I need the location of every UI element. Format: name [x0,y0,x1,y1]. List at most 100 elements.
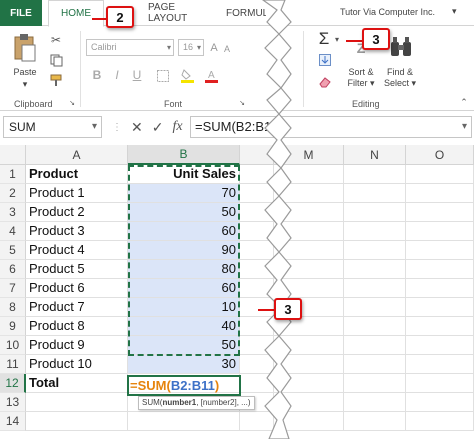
empty-cell[interactable] [240,184,274,203]
empty-cell[interactable] [274,374,344,393]
empty-cell[interactable] [406,317,474,336]
empty-cell[interactable] [240,279,274,298]
font-color-icon[interactable]: A [204,67,218,83]
cancel-icon[interactable]: ✕ [131,119,143,136]
account-name[interactable]: Tutor Via Computer Inc. [340,7,435,17]
empty-cell[interactable] [240,203,274,222]
empty-cell[interactable] [344,260,406,279]
cell-b[interactable]: 50 [128,336,240,355]
account-caret-icon[interactable]: ▾ [452,6,457,17]
empty-cell[interactable] [344,165,406,184]
column-header-m[interactable]: M [274,145,344,165]
italic-icon[interactable]: I [110,67,124,83]
row-header[interactable]: 13 [0,393,26,412]
cell-a[interactable]: Product 6 [26,279,128,298]
cell-a[interactable]: Product 5 [26,260,128,279]
cut-icon[interactable]: ✂ [48,33,64,47]
cell-b[interactable]: 10 [128,298,240,317]
find-select-label[interactable]: Find & [380,67,420,77]
row-header[interactable]: 7 [0,279,26,298]
empty-cell[interactable] [344,412,406,431]
bold-icon[interactable]: B [90,67,104,83]
empty-cell[interactable] [344,203,406,222]
empty-cell[interactable] [344,374,406,393]
empty-cell[interactable] [240,412,274,431]
empty-cell[interactable] [274,203,344,222]
row-header[interactable]: 11 [0,355,26,374]
insert-function-icon[interactable]: fx [172,119,182,135]
empty-cell[interactable] [240,374,274,393]
row-header[interactable]: 12 [0,374,26,393]
empty-cell[interactable] [240,222,274,241]
row-header[interactable]: 14 [0,412,26,431]
borders-icon[interactable] [156,69,170,83]
row-header[interactable]: 10 [0,336,26,355]
cell-a[interactable]: Product 3 [26,222,128,241]
empty-cell[interactable] [406,298,474,317]
empty-cell[interactable] [274,184,344,203]
cell-a[interactable] [26,412,128,431]
empty-cell[interactable] [344,279,406,298]
expand-formula-icon[interactable]: ▾ [462,117,467,137]
cell-b[interactable]: 30 [128,355,240,374]
cell-a[interactable]: Product 10 [26,355,128,374]
paste-button-label[interactable]: Paste [12,67,38,77]
shrink-font-icon[interactable]: A [222,41,232,56]
empty-cell[interactable] [406,412,474,431]
empty-cell[interactable] [344,336,406,355]
row-header[interactable]: 6 [0,260,26,279]
cell-a[interactable]: Product 9 [26,336,128,355]
empty-cell[interactable] [274,412,344,431]
cell-b[interactable]: 40 [128,317,240,336]
empty-cell[interactable] [344,241,406,260]
cell-a[interactable]: Product 8 [26,317,128,336]
empty-cell[interactable] [274,260,344,279]
empty-cell[interactable] [406,279,474,298]
cell-a[interactable]: Product 1 [26,184,128,203]
empty-cell[interactable] [240,241,274,260]
empty-cell[interactable] [240,165,274,184]
cell-a[interactable]: Total [26,374,128,393]
empty-cell[interactable] [406,241,474,260]
empty-cell[interactable] [406,203,474,222]
row-header[interactable]: 3 [0,203,26,222]
empty-cell[interactable] [344,222,406,241]
cell-b[interactable]: 90 [128,241,240,260]
empty-cell[interactable] [344,393,406,412]
empty-cell[interactable] [274,222,344,241]
empty-cell[interactable] [344,355,406,374]
empty-cell[interactable] [344,184,406,203]
enter-icon[interactable]: ✓ [152,119,164,136]
column-header-n[interactable]: N [344,145,406,165]
row-header[interactable]: 2 [0,184,26,203]
empty-cell[interactable] [240,260,274,279]
empty-cell[interactable] [274,336,344,355]
fill-icon[interactable] [318,53,332,67]
empty-cell[interactable] [406,184,474,203]
tab-formulas[interactable]: FORMUL [226,0,266,26]
empty-cell[interactable] [274,393,344,412]
underline-icon[interactable]: U [130,67,144,83]
empty-cell[interactable] [240,298,274,317]
cell-b[interactable]: 60 [128,222,240,241]
tab-file[interactable]: FILE [0,0,42,26]
cell-b[interactable]: 50 [128,203,240,222]
format-painter-icon[interactable] [48,73,64,87]
empty-cell[interactable] [240,336,274,355]
autosum-icon[interactable]: Σ [316,29,332,49]
font-launcher-icon[interactable]: ↘ [238,99,246,107]
clipboard-launcher-icon[interactable]: ↘ [68,99,76,107]
binoculars-icon[interactable] [388,33,414,61]
find-select-label-2[interactable]: Select ▾ [380,78,420,89]
font-size-select[interactable]: 16 ▾ [178,39,204,56]
collapse-ribbon-icon[interactable]: ⌃ [458,97,470,107]
empty-cell[interactable] [406,355,474,374]
cell-b[interactable] [128,412,240,431]
empty-cell[interactable] [274,165,344,184]
column-header-blank[interactable] [240,145,274,165]
column-header-b[interactable]: B [128,145,240,165]
empty-cell[interactable] [406,393,474,412]
cell-b[interactable]: 80 [128,260,240,279]
function-argument-tooltip[interactable]: SUM(number1, [number2], ...) [138,396,255,410]
empty-cell[interactable] [344,298,406,317]
